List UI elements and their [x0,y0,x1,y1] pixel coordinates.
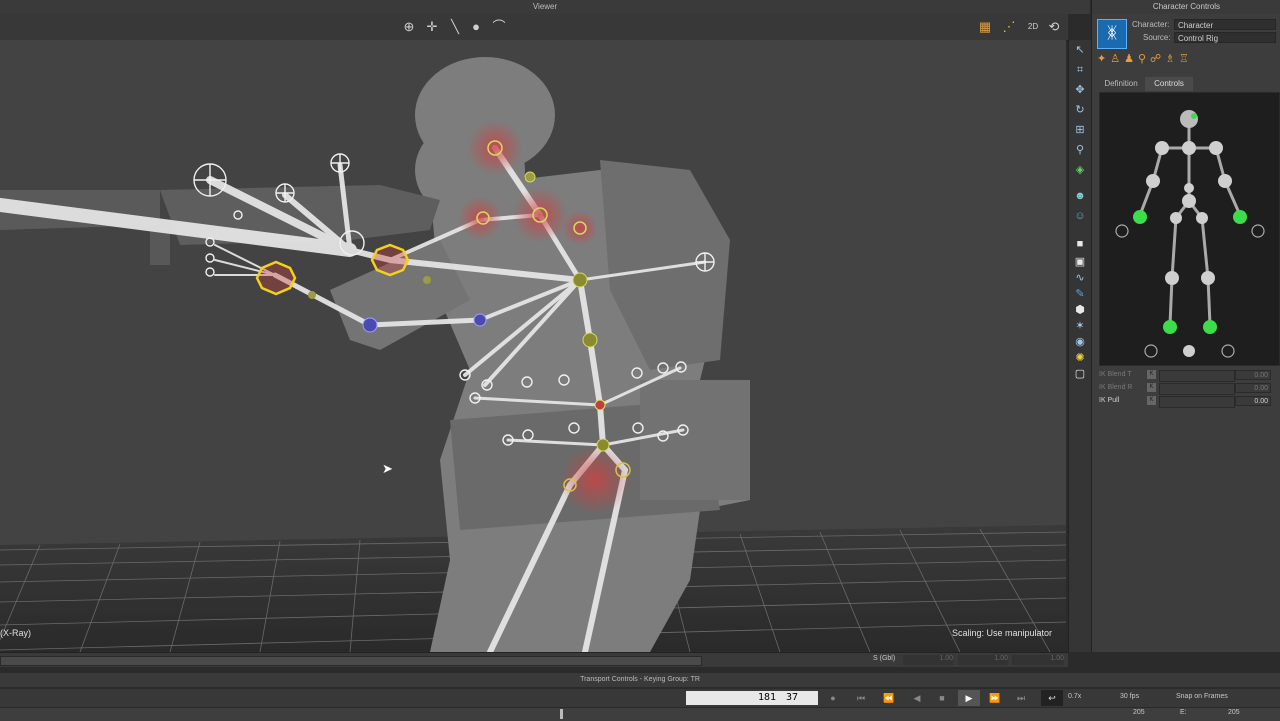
play-button[interactable]: ▶ [958,690,980,706]
key-button[interactable]: K [1147,396,1156,405]
rotate-tool-icon[interactable]: ↻ [1072,102,1088,118]
trajectory-icon[interactable]: ⋰ [1000,18,1018,36]
link-icon[interactable]: ⟲ [1045,18,1063,36]
key-tool-icon[interactable]: ◈ [1072,162,1088,178]
key-button[interactable]: K [1147,383,1156,392]
stop-button[interactable]: ■ [933,690,951,706]
viewer-status-message: Scaling: Use manipulator [951,628,1052,638]
frame-counter-a: 181 [758,692,777,703]
stick-figure-icon[interactable]: ♙ [1110,53,1124,65]
slider-bar[interactable] [1159,396,1235,408]
timeline-e-label: E: [1180,709,1187,716]
timeline-playhead[interactable] [560,709,563,719]
translate-icon[interactable]: ✛ [423,18,441,36]
sphere-icon[interactable]: ● [467,18,485,36]
speed-select[interactable]: 0.7x [1068,693,1112,700]
mouse-cursor-icon: ➤ [382,461,393,476]
timeline[interactable]: 205 E: 205 [0,707,1280,721]
frame-counter[interactable]: 181 37 [686,691,818,705]
viewer-toolbar: ⊕ ✛ ╲ ● ⌒ ▦ ⋰ 2D ⟲ [0,14,1068,41]
skeleton-icon[interactable]: ✶ [1072,318,1088,334]
view-2d-button[interactable]: 2D [1024,18,1042,36]
scale-y-field[interactable]: 1.00 [958,655,1008,665]
scale-z-field[interactable]: 1.00 [1012,655,1064,665]
fk-ik-icon[interactable]: ⚲ [1138,53,1150,65]
transport-controls: 181 37 ● ⏮ ⏪ ◀ ■ ▶ ⏩ ⏭ ↩ 0.7x 30 fps Sna… [0,689,1280,707]
snap-select[interactable]: Snap on Frames [1176,693,1272,700]
pose-icon[interactable]: ♟ [1124,53,1138,65]
frame-icon[interactable]: ▢ [1072,366,1088,382]
cube-icon[interactable]: ■ [1072,236,1088,252]
xray-mode-label: (X-Ray) [0,628,31,638]
box-icon[interactable]: ▣ [1072,254,1088,270]
source-label: Source: [1143,33,1171,42]
select-arrow-icon[interactable]: ↖ [1072,42,1088,58]
character-label: Character: [1132,20,1170,29]
ik-blend-t-label: IK Blend T [1099,371,1132,378]
line-tool-icon[interactable]: ╲ [446,18,464,36]
ik-blend-t-value[interactable]: 0.00 [1235,370,1271,380]
scale-tool-icon[interactable]: ⊞ [1072,122,1088,138]
timeline-e-value[interactable]: 205 [1228,709,1240,716]
prev-key-button[interactable]: ⏪ [880,690,898,706]
transport-controls-title: Transport Controls - Keying Group: TR [0,673,1280,687]
slider-bar[interactable] [1159,383,1235,395]
pen-icon[interactable]: ✎ [1072,286,1088,302]
film-icon[interactable]: ▦ [976,18,994,36]
scene-render [0,57,1066,652]
next-key-button[interactable]: ⏩ [986,690,1004,706]
eye-icon[interactable]: ◉ [1072,334,1088,350]
global-view-icon[interactable]: ⊕ [400,18,418,36]
keying-icon[interactable]: ✦ [1097,53,1110,65]
tab-definition[interactable]: Definition [1099,77,1143,91]
character-figure-view[interactable] [1099,92,1280,366]
light-icon[interactable]: ✺ [1072,350,1088,366]
character-logo-icon[interactable]: ᛤ [1097,19,1127,49]
translate-tool-icon[interactable]: ✥ [1072,82,1088,98]
slider-ik-pull[interactable]: IK Pull K 0.00 [1097,395,1277,408]
hexagon-icon[interactable]: ⬢ [1072,302,1088,318]
arc-icon[interactable]: ⌒ [490,18,508,36]
frame-counter-b: 37 [786,692,799,703]
loop-icon[interactable]: ↩ [1041,690,1063,706]
scale-mode-label: S (Gbl) [873,655,896,662]
scale-x-field[interactable]: 1.00 [903,655,953,665]
character-toolbar: ✦♙♟⚲☍♗♖ [1097,52,1277,70]
source-select[interactable]: Control Rig [1174,32,1276,43]
pin-tool-icon[interactable]: ⚲ [1072,142,1088,158]
ik-blend-r-value[interactable]: 0.00 [1235,383,1271,393]
viewport-3d[interactable]: ➤ (X-Ray) Scaling: Use manipulator [0,40,1066,652]
curve-icon[interactable]: ∿ [1072,270,1088,286]
goto-end-button[interactable]: ⏭ [1012,690,1030,706]
timeline-end-value[interactable]: 205 [1133,709,1145,716]
slider-bar[interactable] [1159,370,1235,382]
slider-ik-blend-t[interactable]: IK Blend T K 0.00 [1097,369,1277,382]
control-figure-svg [1115,110,1265,358]
record-button[interactable]: ● [824,690,842,706]
character-controls-panel: Character Controls ᛤ Character: Characte… [1091,0,1280,652]
play-reverse-button[interactable]: ◀ [908,690,926,706]
actor-tool-icon[interactable]: ☺ [1072,208,1088,224]
body-part-icon[interactable]: ♗ [1165,53,1179,65]
status-bar: S (Gbl) 1.00 1.00 1.00 [0,652,1068,667]
status-progress-track [0,656,702,666]
reach-icon[interactable]: ☍ [1150,53,1165,65]
slider-ik-blend-r[interactable]: IK Blend R K 0.00 [1097,382,1277,395]
full-body-icon[interactable]: ♖ [1179,53,1193,65]
tab-controls[interactable]: Controls [1145,77,1193,91]
ik-pull-label: IK Pull [1099,397,1120,404]
viewer-title: Viewer [0,0,1090,14]
ik-pull-value[interactable]: 0.00 [1235,396,1271,406]
goto-start-button[interactable]: ⏮ [852,690,870,706]
ik-blend-r-label: IK Blend R [1099,384,1133,391]
tool-strip: ↖ ⌗ ✥ ↻ ⊞ ⚲ ◈ ☻ ☺ ■ ▣ ∿ ✎ ⬢ ✶ ◉ ✺ ▢ [1068,40,1091,652]
key-button[interactable]: K [1147,370,1156,379]
fps-select[interactable]: 30 fps [1120,693,1168,700]
local-global-icon[interactable]: ⌗ [1072,62,1088,78]
character-tool-icon[interactable]: ☻ [1072,188,1088,204]
character-controls-title: Character Controls [1092,0,1280,14]
character-select[interactable]: Character [1174,19,1276,30]
